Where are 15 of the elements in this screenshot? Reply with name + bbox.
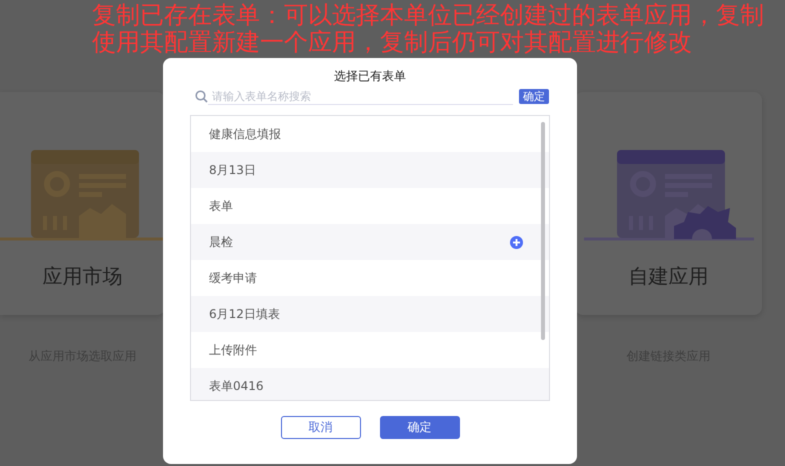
form-list-item[interactable]: 晨检 <box>191 224 549 260</box>
search-field[interactable]: 请输入表单名称搜索 <box>208 88 513 104</box>
search-confirm-button[interactable]: 确定 <box>519 89 549 104</box>
annotation-text: 复制已存在表单：可以选择本单位已经创建过的表单应用，复制使用其配置新建一个应用，复制后仍可对其配置进行修改 <box>92 2 765 56</box>
scrollbar[interactable] <box>541 122 545 340</box>
form-list-item[interactable]: 6月12日填表 <box>191 296 549 332</box>
confirm-button[interactable]: 确定 <box>380 416 460 439</box>
cancel-button[interactable]: 取消 <box>280 416 360 439</box>
form-list-item[interactable]: 表单0416 <box>191 368 549 400</box>
dialog-title: 选择已有表单 <box>334 68 406 85</box>
form-list-item[interactable]: 8月13日 <box>191 152 549 188</box>
search-icon <box>195 90 208 103</box>
card-title: 应用市场 <box>42 263 122 290</box>
add-icon[interactable] <box>510 236 523 248</box>
card-title: 自建应用 <box>628 263 708 290</box>
